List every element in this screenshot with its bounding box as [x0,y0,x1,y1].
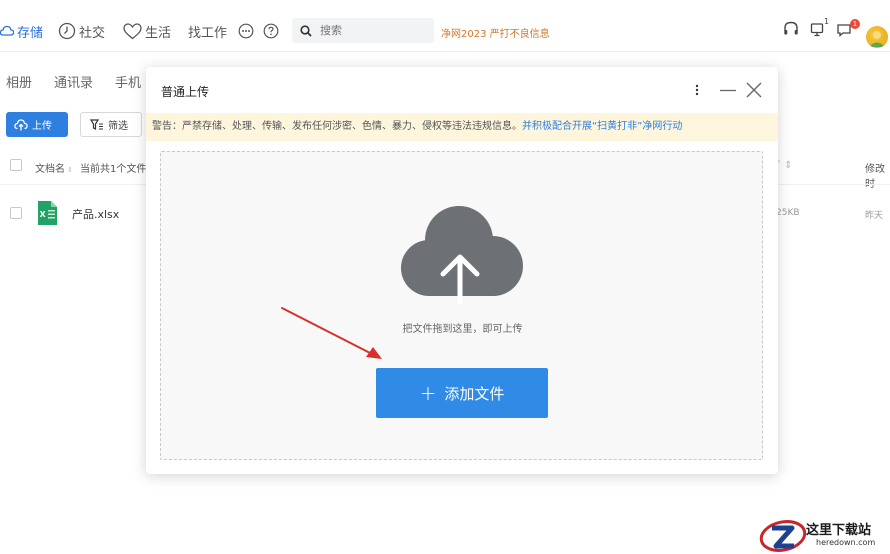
watermark-logo-icon [759,520,807,552]
file-modified: 昨天 [865,211,884,221]
nav-life[interactable]: 生活 [123,21,171,41]
minimize-icon[interactable] [719,81,737,102]
slogan-text: 净网2023 严打不良信息 [441,29,550,40]
nav-storage-label: 存储 [17,25,44,41]
watermark-title: 这里下载站 [806,523,872,538]
upload-button[interactable]: 上传 [6,112,68,137]
message-badge: 1 [850,19,860,29]
nav-life-label: 生活 [145,25,172,41]
svg-text:X: X [40,210,47,219]
upload-button-label: 上传 [32,121,52,132]
file-count-text: 当前共1个文件 [80,164,147,175]
column-name-header[interactable]: 文档名 ⇕ [35,160,73,175]
drop-zone[interactable]: 把文件拖到这里，即可上传 + 添加文件 [160,151,763,460]
avatar[interactable] [866,26,888,48]
drop-hint-text: 把文件拖到这里，即可上传 [402,324,523,335]
row-checkbox[interactable] [10,207,22,219]
plus-icon: + [419,381,437,405]
filter-icon [90,118,103,130]
filter-button-label: 筛选 [108,121,128,132]
cloud-upload-icon [14,118,28,130]
nav-jobs-label: 找工作 [188,25,228,41]
select-all-checkbox[interactable] [10,159,22,171]
add-file-button[interactable]: + 添加文件 [376,368,548,418]
more-icon[interactable] [238,21,257,41]
help-icon[interactable] [263,21,282,41]
cloud-icon [0,25,14,36]
search-icon [300,24,312,37]
warning-banner: 警告：严禁存储、处理、传输、发布任何涉密、色情、暴力、侵权等违法违规信息。并积极… [146,113,778,141]
top-nav: 存储 社交 生活 找工作 净网2023 严打不良信息 1 1 [0,8,890,52]
nav-jobs[interactable]: 找工作 [188,21,227,41]
file-size: 25KB [776,208,800,218]
upload-dialog: 普通上传 警告：严禁存储、处理、传输、发布任何涉密、色情、暴力、侵权等违法违规信… [146,67,778,474]
heart-icon [123,22,142,39]
warning-link[interactable]: 并积极配合开展“扫黄打非”净网行动 [522,121,682,132]
search-box[interactable] [292,18,434,43]
nav-social-label: 社交 [79,25,106,41]
subnav-album[interactable]: 相册 [6,72,32,91]
dialog-title: 普通上传 [161,85,210,99]
sort-arrow-icon: ⇕ [67,166,73,174]
filter-button[interactable]: 筛选 [80,112,142,137]
watermark-url: heredown.com [816,538,876,547]
column-name-label: 文档名 [35,164,65,175]
clock-icon [58,22,76,40]
site-watermark: 这里下载站 heredown.com [758,516,890,554]
nav-storage[interactable]: 存储 [0,21,43,41]
nav-social[interactable]: 社交 [58,21,105,41]
sort-arrow-icon[interactable]: ˄ ⇕ [776,160,793,171]
headset-icon[interactable] [783,20,799,41]
add-file-label: 添加文件 [444,384,505,403]
search-input[interactable] [320,24,420,37]
notice-count: 1 [824,17,830,26]
warning-text: 警告：严禁存储、处理、传输、发布任何涉密、色情、暴力、侵权等违法违规信息。 [152,121,522,132]
cloud-upload-icon [401,202,525,306]
close-icon[interactable] [745,81,763,102]
excel-file-icon: X [36,201,58,225]
more-options-icon[interactable] [691,81,703,102]
subnav-contacts[interactable]: 通讯录 [54,72,93,91]
annotation-arrow [281,307,382,359]
subnav-phone[interactable]: 手机 [115,72,141,91]
file-name[interactable]: 产品.xlsx [72,206,119,222]
column-modified-header[interactable]: 修改时 [865,160,890,190]
